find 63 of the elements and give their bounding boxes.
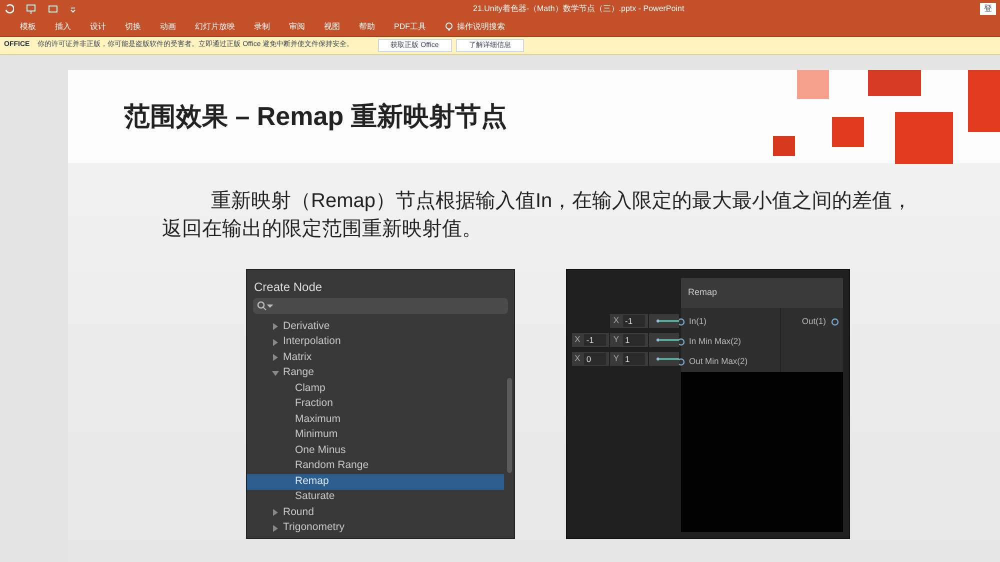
input-port-label: In Min Max(2) xyxy=(689,335,741,348)
node-title: Remap xyxy=(688,286,718,300)
panel-title: Create Node xyxy=(253,279,324,296)
present-icon[interactable] xyxy=(26,4,36,14)
tree-item[interactable]: Minimum xyxy=(247,428,504,443)
tree-item[interactable]: Range xyxy=(283,365,314,382)
tree-item[interactable]: Matrix xyxy=(283,350,312,366)
expand-arrow-icon[interactable] xyxy=(272,323,279,330)
ribbon-tab[interactable]: 模板 xyxy=(20,21,36,33)
ribbon-tab[interactable]: 幻灯片放映 xyxy=(195,21,235,33)
ribbon-tab[interactable]: 插入 xyxy=(55,21,71,33)
ribbon-tab[interactable]: 动画 xyxy=(160,21,176,33)
expand-arrow-icon[interactable] xyxy=(272,338,279,346)
sign-in-button[interactable]: 登 xyxy=(980,3,996,15)
connector-drawing xyxy=(655,336,679,342)
collapse-arrow-icon[interactable] xyxy=(272,370,279,377)
input-port-label: Out Min Max(2) xyxy=(689,355,748,368)
lightbulb-icon xyxy=(445,22,453,32)
port-icon[interactable] xyxy=(831,318,839,326)
customize-icon[interactable] xyxy=(70,5,76,13)
slide-body-text: 重新映射（Remap）节点根据输入值In，在输入限定的最大最小值之间的差值，返回在输出的限定范围重新映射值。 xyxy=(162,189,914,242)
expand-arrow-icon[interactable] xyxy=(272,524,279,532)
ribbon-tab[interactable]: 帮助 xyxy=(359,21,375,33)
tree-item[interactable]: Round xyxy=(283,504,314,521)
undo-icon[interactable] xyxy=(4,4,14,14)
ribbon-tab[interactable]: 审阅 xyxy=(289,21,305,33)
ribbon-tab[interactable]: 录制 xyxy=(254,21,270,33)
tree-item[interactable]: Random Range xyxy=(247,458,504,474)
search-icon xyxy=(257,301,273,311)
value-field[interactable]: -1 xyxy=(584,334,606,346)
axis-label: Y xyxy=(613,352,619,365)
connector-drawing xyxy=(655,318,679,324)
connector-drawing xyxy=(655,356,679,362)
window-title: 21.Unity着色器-（Math）数学节点（三）.pptx - PowerPoint xyxy=(473,3,684,15)
tree-item[interactable]: Clamp xyxy=(247,381,504,396)
axis-label: X xyxy=(574,352,580,365)
slide-icon[interactable] xyxy=(48,4,58,14)
ribbon-tab[interactable]: PDF工具 xyxy=(394,21,426,33)
value-field[interactable]: 1 xyxy=(623,334,645,346)
ribbon-tab[interactable]: 视图 xyxy=(324,21,340,33)
tree-item[interactable]: Interpolation xyxy=(283,334,341,350)
tell-me-search[interactable]: 操作说明搜索 xyxy=(457,21,505,33)
tree-item[interactable]: One Minus xyxy=(247,443,504,458)
tree-item[interactable]: Derivative xyxy=(283,318,330,335)
tree-item[interactable]: Fraction xyxy=(247,396,504,412)
value-field[interactable]: 1 xyxy=(623,352,645,364)
tree-item[interactable]: Remap xyxy=(247,474,504,490)
input-port-label: In(1) xyxy=(689,315,706,328)
ribbon-tab[interactable]: 设计 xyxy=(90,21,106,33)
search-field[interactable] xyxy=(253,298,508,314)
ribbon-tab[interactable]: 切换 xyxy=(125,21,141,33)
expand-arrow-icon[interactable] xyxy=(272,509,279,516)
axis-label: X xyxy=(574,333,580,346)
value-field[interactable]: -1 xyxy=(623,314,645,326)
output-port-label: Out(1) xyxy=(802,315,826,328)
tree-item[interactable]: Trigonometry xyxy=(283,520,344,536)
tree-item[interactable]: Saturate xyxy=(247,490,504,505)
value-field[interactable]: 0 xyxy=(584,352,606,364)
tree-item[interactable]: Maximum xyxy=(247,412,504,428)
axis-label: X xyxy=(613,314,619,327)
expand-arrow-icon[interactable] xyxy=(272,354,279,362)
slide-title: 范围效果 – Remap 重新映射节点 xyxy=(124,100,507,133)
axis-label: Y xyxy=(613,333,619,346)
